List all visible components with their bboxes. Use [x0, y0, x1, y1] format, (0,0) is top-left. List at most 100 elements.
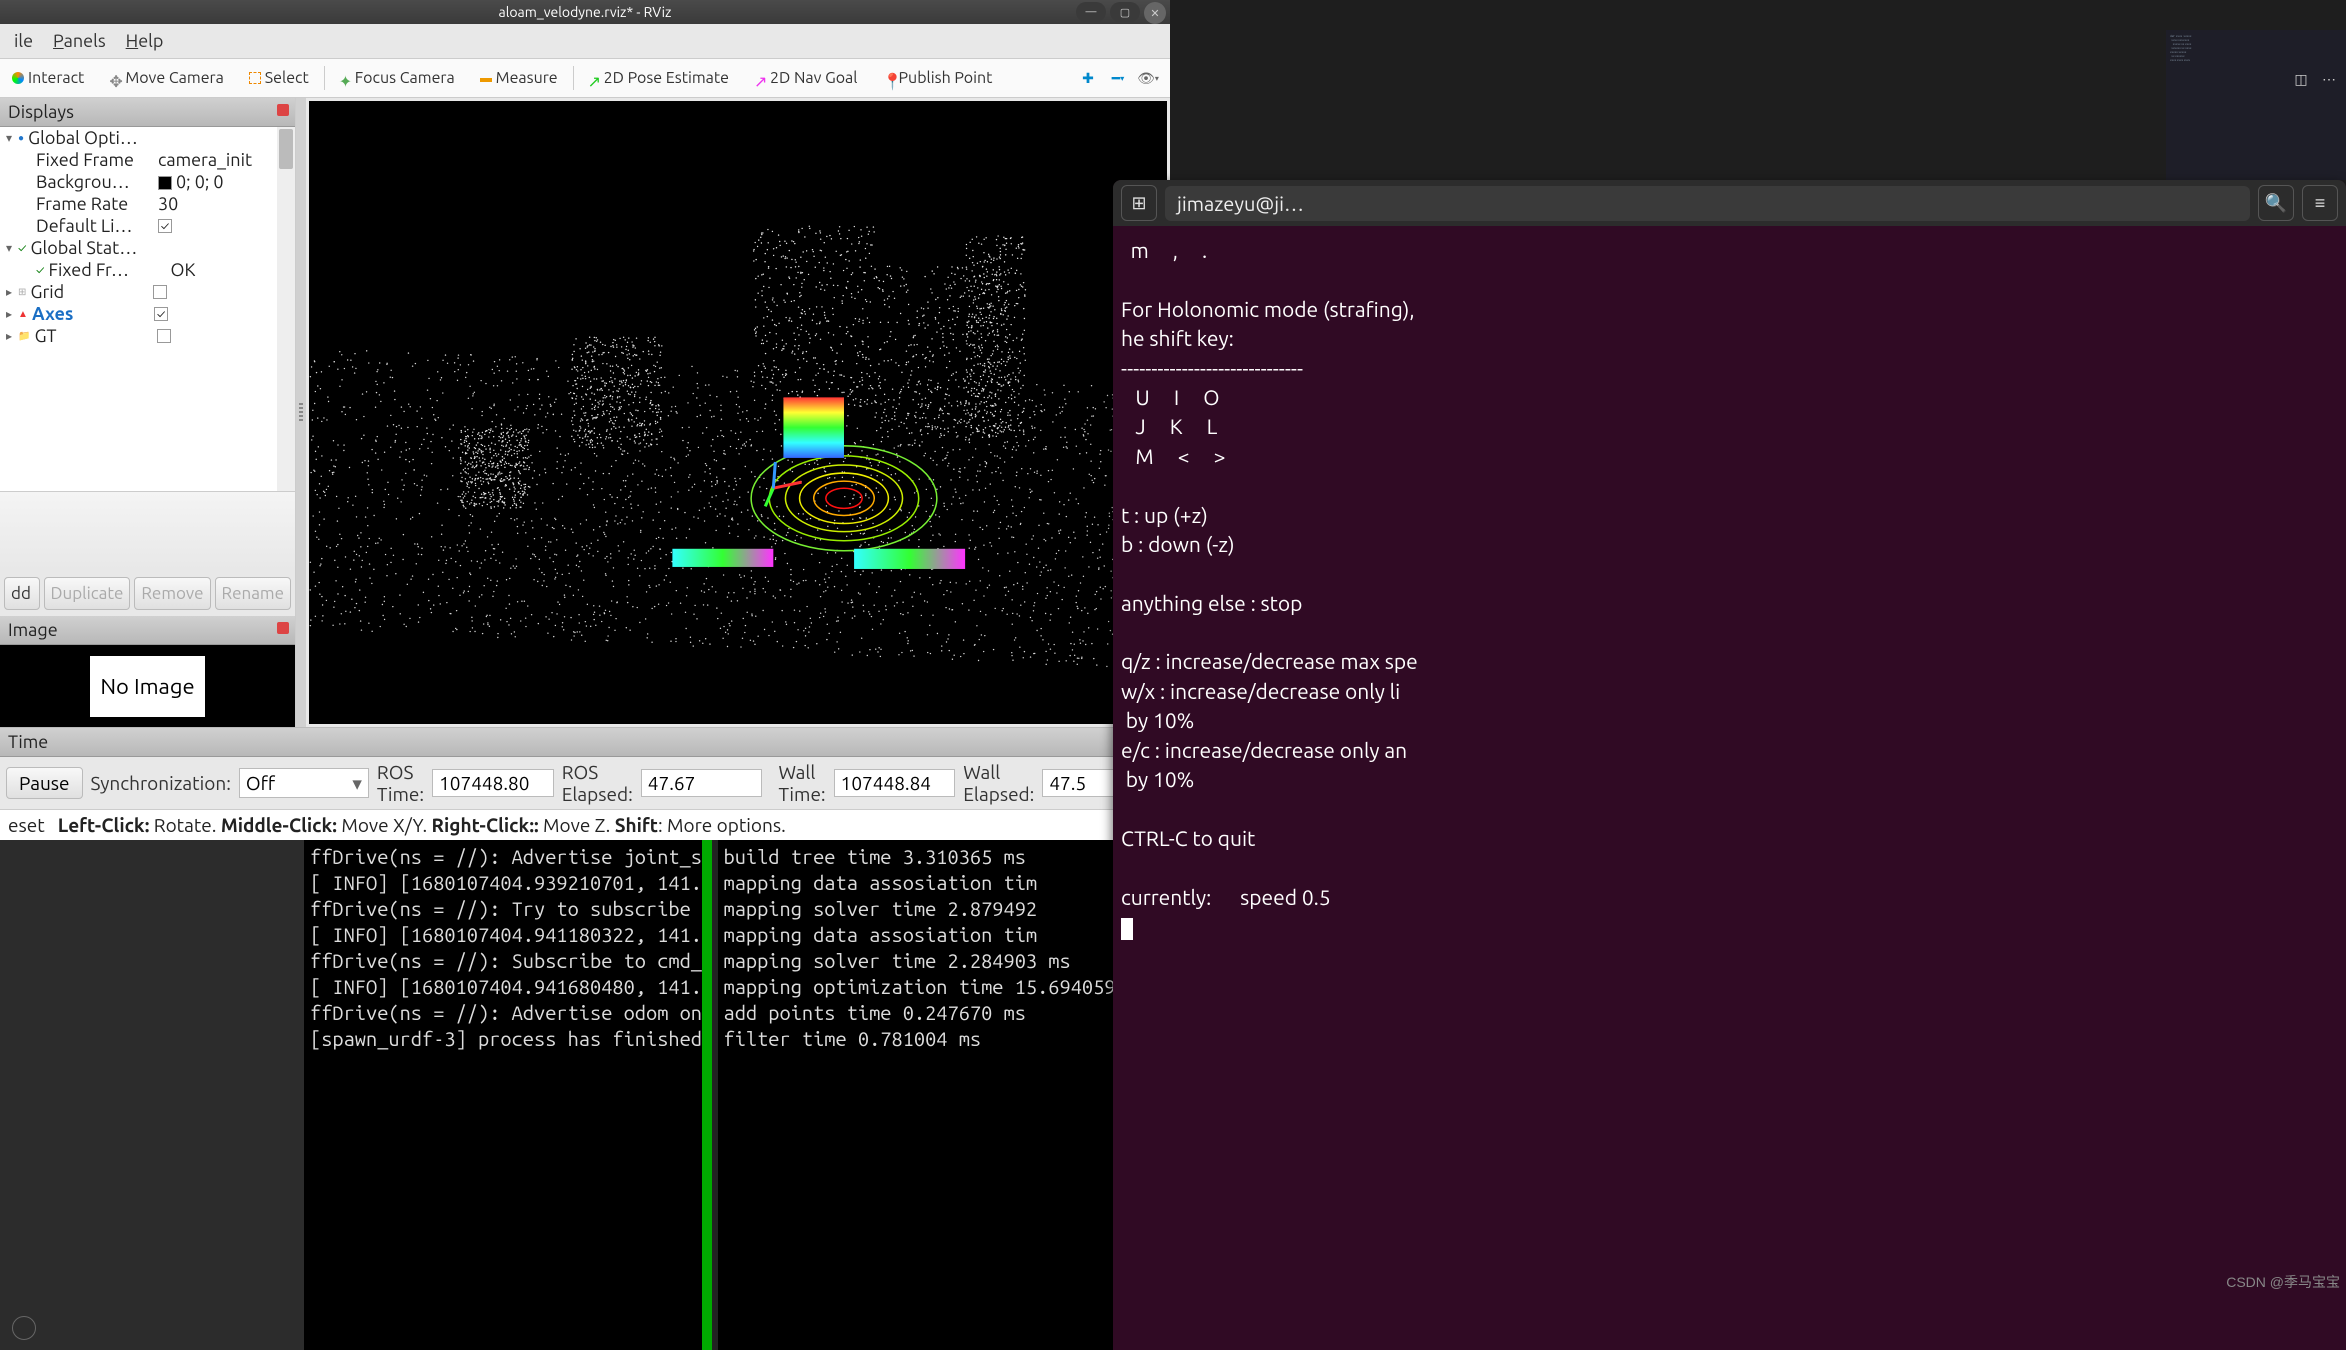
activity-bar — [0, 840, 48, 1350]
displays-panel: Displays ▾● Global Opti… Fixed Framecame… — [0, 98, 296, 727]
wall-time-label: Wall Time: — [778, 761, 825, 805]
remove-button[interactable]: Remove — [134, 577, 210, 610]
3d-render-view[interactable] — [309, 101, 1167, 724]
editor-minimap: def xxxx xxxxx xxxx xxxxxxx xxxxx xx xxx… — [2166, 30, 2346, 180]
panel-close-icon[interactable] — [277, 622, 289, 634]
color-swatch-icon — [158, 176, 172, 190]
wall-time-value[interactable] — [834, 769, 956, 797]
window-title: aloam_velodyne.rviz* - RViz — [499, 4, 672, 20]
terminal-roslaunch[interactable]: ffDrive(ns = //): Advertise joint_states… — [304, 840, 702, 1350]
fixed-frame-label: Fixed Frame — [36, 150, 154, 170]
tool-2d-pose-estimate[interactable]: ↗2D Pose Estimate — [576, 63, 742, 93]
terminal-output[interactable]: m , . For Holonomic mode (strafing), he … — [1113, 226, 2346, 951]
menu-help[interactable]: Help — [116, 27, 174, 55]
displays-tree[interactable]: ▾● Global Opti… Fixed Framecamera_init B… — [0, 127, 295, 491]
frame-rate-value[interactable]: 30 — [154, 194, 291, 214]
fixed-frame-value[interactable]: camera_init — [154, 150, 291, 170]
pause-button[interactable]: Pause — [6, 767, 83, 799]
tool-focus-camera[interactable]: ✦Focus Camera — [327, 63, 468, 93]
tool-interact[interactable]: Interact — [0, 63, 97, 93]
global-options-item[interactable]: Global Opti… — [28, 128, 146, 148]
image-panel: No Image — [0, 645, 295, 727]
duplicate-button[interactable]: Duplicate — [44, 577, 131, 610]
default-light-label: Default Li… — [36, 216, 154, 236]
close-button[interactable]: ✕ — [1144, 2, 1166, 24]
panel-resize-handle[interactable] — [296, 98, 306, 727]
new-tab-button[interactable]: ⊞ — [1121, 185, 1157, 221]
gnome-terminal: ⊞ jimazeyu@ji… 🔍 ≡ m , . For Holonomic m… — [1113, 180, 2346, 1350]
background-value[interactable]: 0; 0; 0 — [154, 172, 291, 192]
global-status-item[interactable]: Global Stat… — [31, 238, 149, 258]
pointcloud-render — [309, 101, 1167, 724]
grid-item[interactable]: Grid — [31, 282, 149, 302]
terminal-scrollbar[interactable] — [702, 840, 712, 1350]
gt-item[interactable]: GT — [35, 326, 153, 346]
expand-toggle[interactable]: ▸ — [6, 307, 18, 321]
bottom-terminals: ffDrive(ns = //): Advertise joint_states… — [0, 840, 1115, 1350]
arrow-pink-icon: ↗ — [754, 72, 766, 84]
toolbar: Interact ✥Move Camera Select ✦Focus Came… — [0, 58, 1170, 98]
hamburger-icon: ≡ — [2315, 193, 2326, 214]
menu-file[interactable]: ile — [4, 27, 43, 55]
minimize-button[interactable]: — — [1076, 2, 1106, 22]
background-label: Backgrou… — [36, 172, 154, 192]
sync-select[interactable]: Off — [239, 768, 369, 798]
menu-button[interactable]: ≡ — [2302, 185, 2338, 221]
tool-add-icon[interactable]: ✚ — [1076, 66, 1100, 90]
search-button[interactable]: 🔍 — [2258, 185, 2294, 221]
status-bar: eset Left-Click: Rotate. Middle-Click: M… — [0, 809, 1170, 840]
rename-button[interactable]: Rename — [215, 577, 291, 610]
axes-item[interactable]: Axes — [32, 304, 150, 324]
default-light-checkbox[interactable]: ✓ — [158, 219, 172, 233]
user-icon[interactable] — [12, 1316, 36, 1340]
ros-time-value[interactable] — [432, 769, 554, 797]
scrollbar[interactable] — [277, 127, 295, 491]
frame-rate-label: Frame Rate — [36, 194, 154, 214]
displays-header[interactable]: Displays — [0, 98, 295, 127]
tool-eye-icon[interactable]: 👁▾ — [1136, 66, 1160, 90]
move-icon: ✥ — [109, 72, 121, 84]
time-header[interactable]: Time — [0, 728, 1170, 757]
grid-checkbox[interactable] — [153, 285, 167, 299]
tool-2d-nav-goal[interactable]: ↗2D Nav Goal — [742, 63, 870, 93]
panel-close-icon[interactable] — [277, 104, 289, 116]
expand-toggle[interactable]: ▾ — [6, 131, 18, 145]
expand-toggle[interactable]: ▸ — [6, 285, 18, 299]
terminal-mapping[interactable]: build tree time 3.310365 ms mapping data… — [718, 840, 1116, 1350]
tool-move-camera[interactable]: ✥Move Camera — [97, 63, 236, 93]
status-ok-icon: ✓ — [18, 242, 26, 255]
terminal-header[interactable]: ⊞ jimazeyu@ji… 🔍 ≡ — [1113, 180, 2346, 226]
menubar: ile Panels Help — [0, 24, 1170, 58]
terminal-title[interactable]: jimazeyu@ji… — [1165, 186, 2250, 221]
maximize-button[interactable]: ▢ — [1110, 2, 1140, 22]
time-panel: Time Pause Synchronization: Off ROS Time… — [0, 727, 1170, 840]
tool-measure[interactable]: Measure — [468, 63, 571, 93]
add-button[interactable]: dd — [4, 577, 40, 610]
ros-time-label: ROS Time: — [377, 761, 424, 805]
tool-remove-icon[interactable]: ━▾ — [1106, 66, 1130, 90]
search-icon: 🔍 — [2265, 193, 2287, 214]
expand-toggle[interactable]: ▾ — [6, 241, 18, 255]
split-editor-icon[interactable]: ◫ — [2290, 68, 2312, 90]
image-panel-header[interactable]: Image — [0, 616, 295, 645]
expand-toggle[interactable]: ▸ — [6, 329, 18, 343]
titlebar[interactable]: aloam_velodyne.rviz* - RViz — ▢ ✕ — [0, 0, 1170, 24]
tool-select[interactable]: Select — [237, 63, 322, 93]
menu-panels[interactable]: Panels — [43, 27, 116, 55]
terminal-cursor — [1121, 918, 1133, 940]
axes-checkbox[interactable]: ✓ — [154, 307, 168, 321]
tool-publish-point[interactable]: 📍Publish Point — [870, 63, 1005, 93]
plus-icon: ⊞ — [1131, 193, 1146, 214]
wall-elapsed-label: Wall Elapsed: — [963, 761, 1034, 805]
axes-icon: ▲ — [18, 308, 28, 320]
more-icon[interactable]: ⋯ — [2318, 68, 2340, 90]
cursor-icon — [12, 72, 24, 84]
folder-icon: 📁 — [18, 330, 30, 342]
crosshair-icon: ✦ — [339, 72, 351, 84]
no-image-text: No Image — [90, 656, 204, 717]
ros-elapsed-label: ROS Elapsed: — [562, 761, 633, 805]
select-icon — [249, 72, 261, 84]
status-ok-icon: ✓ — [36, 264, 44, 277]
ros-elapsed-value[interactable] — [641, 769, 763, 797]
gt-checkbox[interactable] — [157, 329, 171, 343]
